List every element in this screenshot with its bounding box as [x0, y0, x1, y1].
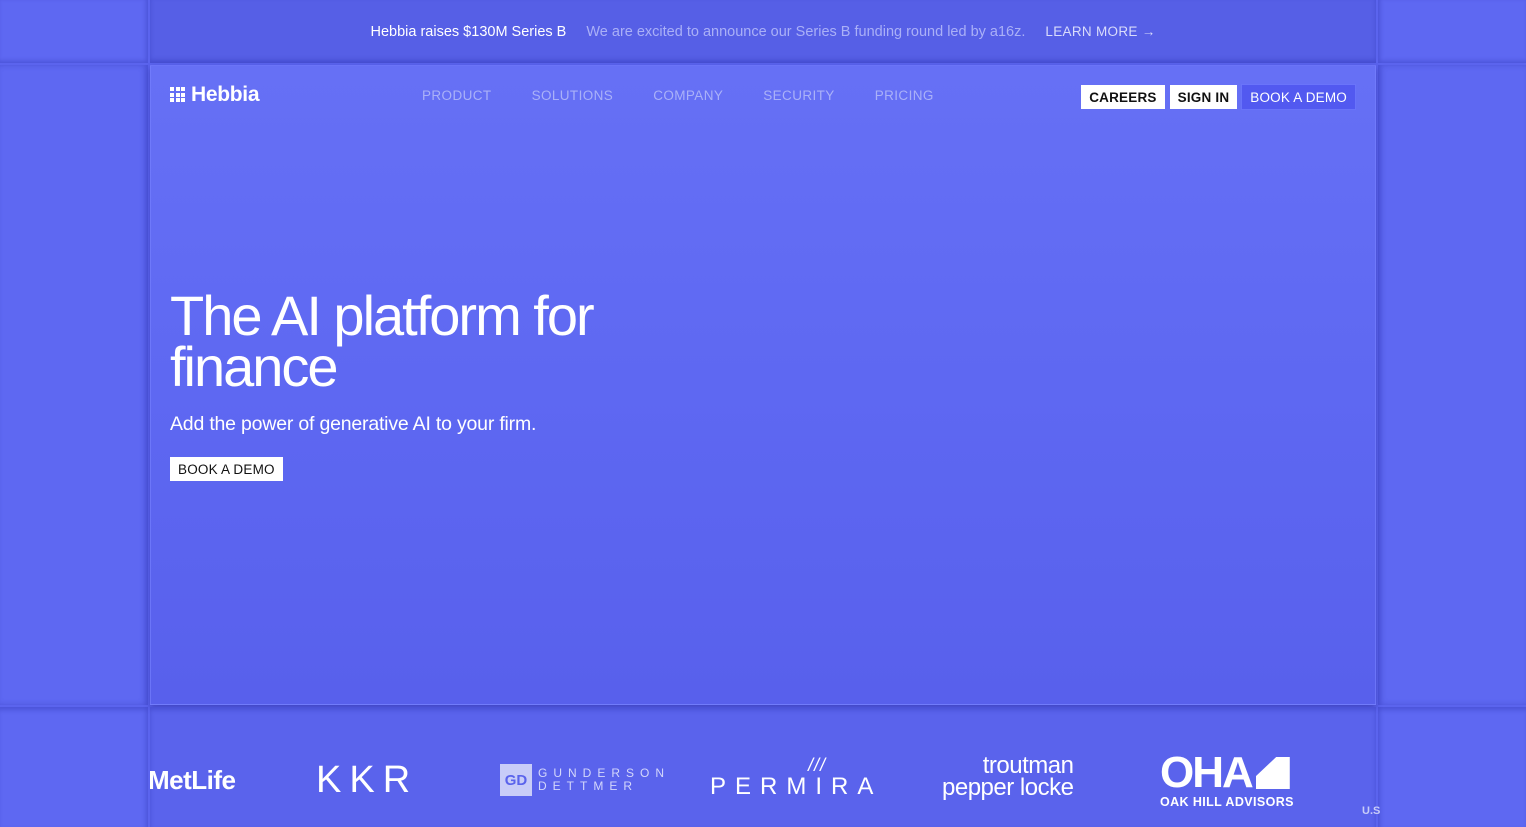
- oha-subtext: OAK HILL ADVISORS: [1160, 795, 1294, 809]
- nav-item-pricing[interactable]: PRICING: [875, 88, 934, 103]
- hero-subtitle: Add the power of generative AI to your f…: [170, 413, 537, 435]
- permira-logo: /// PERMIRA: [710, 755, 883, 801]
- partial-logo-text: U.S: [1362, 805, 1381, 817]
- gunderson-line2: DETTMER: [538, 779, 638, 793]
- nav-item-product[interactable]: PRODUCT: [422, 88, 492, 103]
- nav-links: PRODUCT SOLUTIONS COMPANY SECURITY PRICI…: [422, 88, 934, 103]
- grid-logo-icon: [170, 87, 186, 103]
- grid-cell-middle-left: [0, 65, 148, 705]
- hero-panel: Hebbia PRODUCT SOLUTIONS COMPANY SECURIT…: [150, 65, 1376, 705]
- careers-button[interactable]: CAREERS: [1081, 85, 1165, 109]
- oak-hill-advisors-logo: OHA OAK HILL ADVISORS: [1160, 751, 1294, 810]
- troutman-pepper-locke-logo: troutman pepper locke: [942, 754, 1074, 801]
- gunderson-text: GUNDERSON DETTMER: [538, 767, 670, 793]
- troutman-line2: pepper locke: [942, 774, 1074, 801]
- book-demo-nav-button[interactable]: BOOK A DEMO: [1242, 85, 1355, 109]
- learn-more-label: LEARN MORE: [1045, 24, 1138, 39]
- grid-cell-top-right: [1378, 0, 1526, 63]
- gunderson-dettmer-logo: GD GUNDERSON DETTMER: [500, 764, 670, 796]
- nav-item-security[interactable]: SECURITY: [763, 88, 834, 103]
- book-demo-hero-button[interactable]: BOOK A DEMO: [170, 457, 283, 481]
- nav-item-company[interactable]: COMPANY: [653, 88, 723, 103]
- page: Hebbia raises $130M Series B We are exci…: [0, 0, 1526, 827]
- hero-cta-wrap: BOOK A DEMO: [170, 457, 283, 481]
- announcement-bar: Hebbia raises $130M Series B We are exci…: [150, 0, 1376, 63]
- nav-item-solutions[interactable]: SOLUTIONS: [532, 88, 614, 103]
- oha-mark: OHA: [1160, 751, 1294, 795]
- nav-actions: CAREERS SIGN IN BOOK A DEMO: [1081, 85, 1355, 109]
- learn-more-link[interactable]: LEARN MORE →: [1045, 24, 1155, 39]
- customer-logo-strip: MetLife KKR GD GUNDERSON DETTMER /// PER…: [150, 707, 1376, 827]
- oha-text: OHA: [1160, 748, 1254, 797]
- top-nav: Hebbia PRODUCT SOLUTIONS COMPANY SECURIT…: [151, 66, 1375, 128]
- kkr-logo: KKR: [316, 759, 419, 801]
- grid-cell-bottom-left: [0, 707, 148, 827]
- metlife-logo: MetLife: [150, 765, 236, 795]
- announcement-headline: Hebbia raises $130M Series B: [370, 23, 567, 40]
- arrow-right-icon: →: [1141, 24, 1156, 39]
- permira-text: PERMIRA: [710, 773, 883, 800]
- grid-cell-middle-right: [1378, 65, 1526, 705]
- gd-mark-icon: GD: [500, 764, 532, 796]
- sign-in-button[interactable]: SIGN IN: [1169, 85, 1238, 109]
- permira-mark-icon: ///: [808, 755, 827, 775]
- grid-cell-bottom-right: [1378, 707, 1526, 827]
- grid-cell-top-left: [0, 0, 148, 63]
- announcement-message: We are excited to announce our Series B …: [586, 23, 1026, 40]
- hero-title: The AI platform for finance: [170, 284, 595, 398]
- brand-logo[interactable]: Hebbia: [170, 83, 260, 107]
- oha-flag-icon: [1255, 757, 1290, 789]
- brand-name: Hebbia: [191, 83, 260, 106]
